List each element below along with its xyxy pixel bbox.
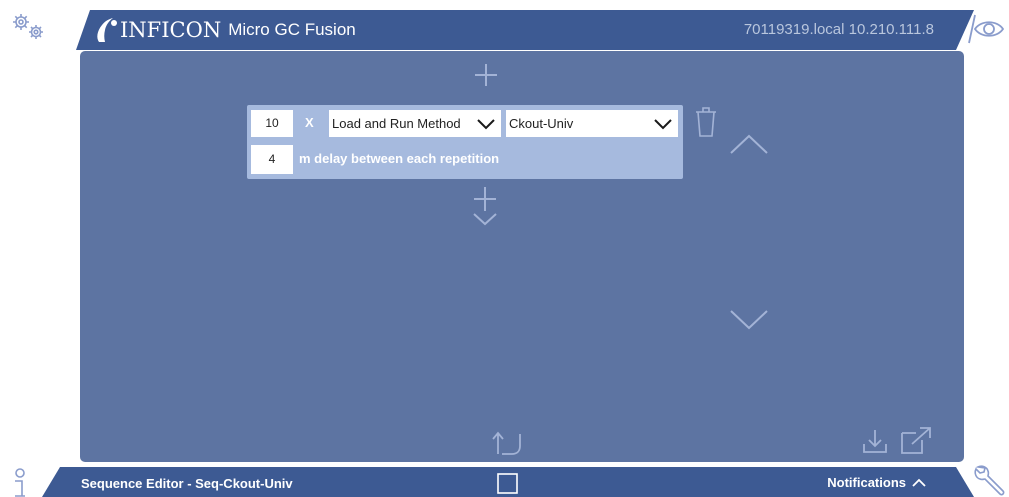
brand-name: INFICON xyxy=(120,18,222,42)
delay-label: m delay between each repetition xyxy=(299,151,500,166)
inficon-logo: INFICON Micro GC Fusion xyxy=(94,17,356,43)
chevron-up-icon xyxy=(912,478,926,487)
method-select[interactable]: Ckout-Univ xyxy=(506,110,678,137)
view-eye-icon[interactable] xyxy=(967,12,1007,46)
delay-minutes-input[interactable]: 4 xyxy=(251,145,293,174)
insert-below-icon[interactable] xyxy=(472,186,498,226)
repeat-count-input[interactable]: 10 xyxy=(251,110,293,137)
inficon-logo-mark xyxy=(94,17,118,43)
method-select-value: Ckout-Univ xyxy=(509,116,574,131)
chevron-down-icon xyxy=(477,118,495,130)
footer-title: Sequence Editor - Seq-Ckout-Univ xyxy=(81,476,293,491)
info-icon[interactable] xyxy=(7,468,33,497)
times-label: X xyxy=(305,115,314,130)
chevron-down-icon xyxy=(654,118,672,130)
wrench-icon[interactable] xyxy=(973,464,1007,497)
delete-trash-icon[interactable] xyxy=(694,106,718,138)
open-external-icon[interactable] xyxy=(900,426,932,455)
notifications-toggle[interactable]: Notifications xyxy=(827,475,926,490)
move-down-icon[interactable] xyxy=(729,309,769,331)
add-above-icon[interactable] xyxy=(474,63,498,87)
host-info: 70119319.local 10.210.111.8 xyxy=(743,21,934,38)
settings-gears-icon[interactable] xyxy=(10,11,48,41)
header-bar: INFICON Micro GC Fusion 70119319.local 1… xyxy=(76,10,974,50)
move-up-icon[interactable] xyxy=(729,133,769,155)
action-select-value: Load and Run Method xyxy=(332,116,461,131)
undo-icon[interactable] xyxy=(492,430,522,456)
action-select[interactable]: Load and Run Method xyxy=(329,110,501,137)
stop-square-icon[interactable] xyxy=(497,473,518,494)
notifications-label: Notifications xyxy=(827,475,906,490)
product-name: Micro GC Fusion xyxy=(228,20,356,39)
download-icon[interactable] xyxy=(862,428,888,454)
